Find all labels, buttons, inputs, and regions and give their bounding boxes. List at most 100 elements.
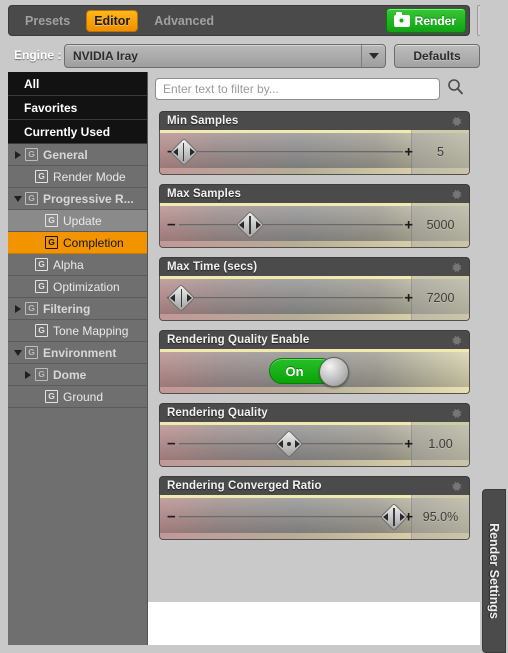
property-group: Rendering Quality Enable On	[159, 330, 470, 394]
sidebar-item-render-mode[interactable]: G Render Mode	[8, 166, 147, 188]
chevron-down-icon[interactable]	[11, 349, 25, 356]
property-header: Rendering Quality	[159, 403, 470, 422]
property-header: Min Samples	[159, 111, 470, 130]
sidebar-header-currently-used[interactable]: Currently Used	[8, 120, 147, 144]
slider-control[interactable]: −+5	[159, 130, 470, 175]
sidebar-item-general[interactable]: G General	[8, 144, 147, 166]
sidebar-item-label: Dome	[53, 367, 87, 382]
slider-control[interactable]: − +5000	[159, 203, 470, 248]
sidebar-item-completion[interactable]: G Completion	[8, 232, 147, 254]
sidebar-header-all[interactable]: All	[8, 72, 147, 96]
sidebar-item-label: Tone Mapping	[53, 323, 129, 338]
property-header: Max Time (secs)	[159, 257, 470, 276]
slider-track[interactable]	[179, 151, 403, 153]
slider-track[interactable]	[179, 224, 403, 226]
property-group: Rendering Quality − +1.00	[159, 403, 470, 467]
property-header: Rendering Quality Enable	[159, 330, 470, 349]
tab-advanced[interactable]: Advanced	[146, 11, 222, 31]
defaults-button[interactable]: Defaults	[394, 44, 480, 68]
top-bar: Presets Editor Advanced Render	[0, 0, 508, 40]
sidebar-item-label: Update	[63, 213, 102, 228]
group-badge-icon: G	[45, 236, 58, 249]
slider-handle[interactable]	[235, 210, 265, 240]
sidebar-item-label: General	[43, 147, 88, 162]
slider-control[interactable]: − +1.00	[159, 422, 470, 467]
category-sidebar[interactable]: All Favorites Currently Used G General G Rende…	[8, 72, 148, 645]
slider-value[interactable]: 7200	[411, 276, 469, 320]
property-label: Min Samples	[167, 115, 239, 127]
tab-bar: Presets Editor Advanced Render	[8, 5, 470, 36]
slider-handle[interactable]	[379, 502, 409, 532]
group-badge-icon: G	[45, 390, 58, 403]
slider-control[interactable]: −+7200	[159, 276, 470, 321]
render-button-label: Render	[414, 13, 456, 28]
property-label: Max Time (secs)	[167, 261, 258, 273]
tab-editor[interactable]: Editor	[86, 9, 139, 32]
slider-handle[interactable]	[167, 283, 196, 313]
sidebar-item-label: Alpha	[53, 257, 84, 272]
group-badge-icon: G	[35, 324, 48, 337]
engine-select-value: NVIDIA Iray	[73, 49, 138, 63]
slider-value[interactable]: 95.0%	[411, 495, 469, 539]
tab-presets[interactable]: Presets	[17, 11, 78, 31]
toggle-switch[interactable]: On	[268, 357, 361, 387]
sidebar-item-optimization[interactable]: G Optimization	[8, 276, 147, 298]
filter-bar	[148, 72, 480, 105]
property-label: Max Samples	[167, 188, 241, 200]
chevron-down-icon[interactable]	[361, 45, 385, 67]
chevron-right-icon[interactable]	[11, 304, 25, 313]
render-button[interactable]: Render	[385, 8, 466, 33]
property-label: Rendering Quality	[167, 407, 268, 419]
slider-increment-button[interactable]: +	[404, 291, 413, 306]
slider-decrement-button[interactable]: −	[167, 437, 176, 452]
sidebar-item-dome[interactable]: G Dome	[8, 364, 147, 386]
engine-select[interactable]: NVIDIA Iray	[64, 44, 386, 68]
slider-increment-button[interactable]: +	[404, 437, 413, 452]
property-header: Max Samples	[159, 184, 470, 203]
camera-icon	[393, 11, 410, 27]
bottom-filler	[8, 645, 480, 653]
sidebar-header-favorites[interactable]: Favorites	[8, 96, 147, 120]
search-input[interactable]	[155, 77, 440, 100]
slider-decrement-button[interactable]: −	[167, 510, 176, 525]
sidebar-item-progressive-r[interactable]: G Progressive R...	[8, 188, 147, 210]
sidebar-item-tone-mapping[interactable]: G Tone Mapping	[8, 320, 147, 342]
sidebar-item-label: Ground	[63, 389, 104, 404]
chevron-down-icon[interactable]	[11, 195, 25, 202]
slider-value[interactable]: 5000	[411, 203, 469, 247]
slider-increment-button[interactable]: +	[404, 145, 413, 160]
slider-value[interactable]: 1.00	[411, 422, 469, 466]
sidebar-item-filtering[interactable]: G Filtering	[8, 298, 147, 320]
slider-decrement-button[interactable]: −	[167, 218, 176, 233]
chevron-right-icon[interactable]	[11, 150, 25, 159]
sidebar-item-update[interactable]: G Update	[8, 210, 147, 232]
tab-render-settings[interactable]: Render Settings	[482, 489, 506, 653]
search-icon[interactable]	[447, 78, 464, 100]
sidebar-item-environment[interactable]: G Environment	[8, 342, 147, 364]
chevron-right-icon[interactable]	[21, 370, 35, 379]
sidebar-item-alpha[interactable]: G Alpha	[8, 254, 147, 276]
render-settings-window: Presets Editor Advanced Render Engine : …	[0, 0, 508, 653]
toggle-control: On	[159, 349, 470, 394]
property-group: Rendering Converged Ratio − +95.0%	[159, 476, 470, 540]
property-group: Max Time (secs) −+7200	[159, 257, 470, 321]
slider-control[interactable]: − +95.0%	[159, 495, 470, 540]
slider-value[interactable]: 5	[411, 130, 469, 174]
group-badge-icon: G	[25, 192, 38, 205]
slider-track[interactable]	[179, 516, 403, 518]
sidebar-item-ground[interactable]: G Ground	[8, 386, 147, 408]
sidebar-item-label: Completion	[63, 235, 124, 250]
property-header: Rendering Converged Ratio	[159, 476, 470, 495]
group-badge-icon: G	[25, 302, 38, 315]
toggle-thumb[interactable]	[318, 357, 349, 387]
slider-track[interactable]	[179, 297, 403, 299]
slider-increment-button[interactable]: +	[404, 218, 413, 233]
group-badge-icon: G	[45, 214, 58, 227]
sidebar-item-label: Environment	[43, 345, 117, 360]
slider-handle[interactable]	[274, 429, 303, 459]
sidebar-item-label: Optimization	[53, 279, 120, 294]
slider-handle[interactable]	[169, 137, 198, 167]
group-badge-icon: G	[25, 148, 38, 161]
property-label: Rendering Quality Enable	[167, 334, 310, 346]
property-list: Min Samples−+5Max Samples−+5000Max Time …	[148, 105, 480, 602]
